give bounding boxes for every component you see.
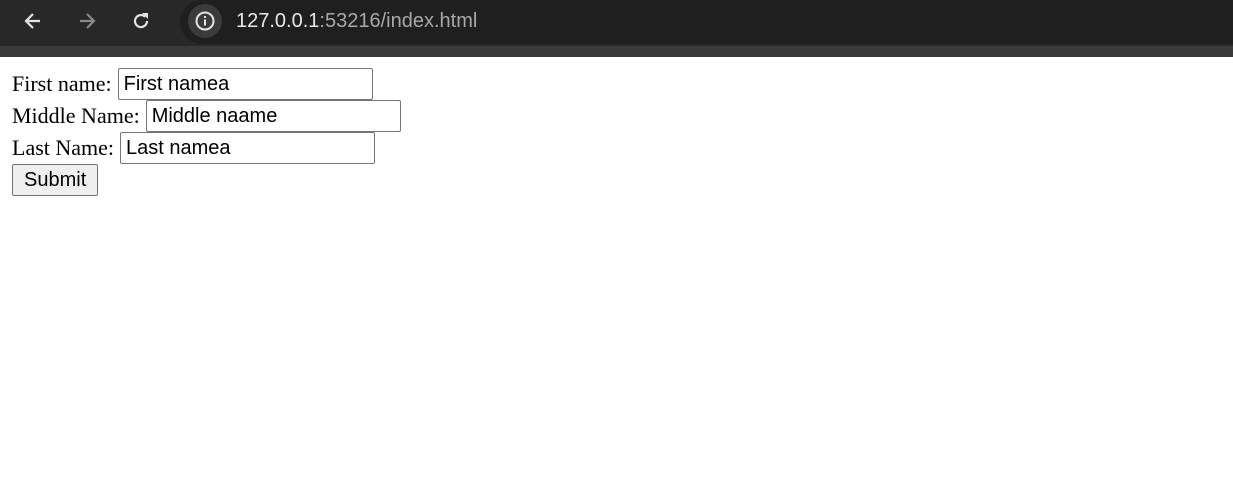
last-name-row: Last Name: — [12, 132, 401, 164]
back-button[interactable] — [15, 5, 51, 37]
site-info-button[interactable] — [188, 4, 222, 38]
browser-toolbar: 127.0.0.1:53216/index.html — [0, 0, 1233, 57]
reload-icon — [133, 13, 149, 29]
last-name-input[interactable] — [120, 132, 376, 164]
reload-button[interactable] — [123, 5, 159, 37]
forward-button[interactable] — [69, 5, 105, 37]
toolbar-bottom-strip — [0, 46, 1233, 57]
arrow-left-icon — [24, 13, 40, 29]
middle-name-label: Middle Name: — [12, 103, 140, 128]
url-path: :53216/index.html — [319, 10, 478, 32]
info-icon — [195, 11, 215, 31]
first-name-input[interactable] — [117, 68, 373, 100]
middle-name-input[interactable] — [145, 100, 401, 132]
submit-button[interactable]: Submit — [12, 164, 99, 196]
first-name-row: First name: — [12, 68, 401, 100]
first-name-label: First name: — [12, 71, 112, 96]
url-text[interactable]: 127.0.0.1:53216/index.html — [236, 9, 477, 33]
arrow-right-icon — [80, 13, 96, 29]
page-content: First name: Middle Name: Last Name: Subm… — [12, 68, 401, 196]
middle-name-row: Middle Name: — [12, 100, 401, 132]
submit-row: Submit — [12, 164, 401, 196]
last-name-label: Last Name: — [12, 135, 115, 160]
url-host: 127.0.0.1 — [236, 10, 320, 32]
